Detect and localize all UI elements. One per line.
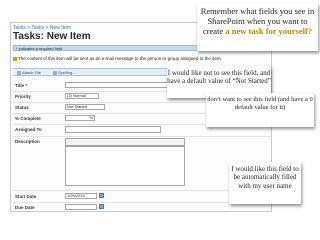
paperclip-icon <box>17 70 21 75</box>
calendar-icon[interactable] <box>99 193 104 198</box>
start-date-label: Start Date <box>15 194 37 199</box>
start-date-input[interactable]: 1/29/2010 <box>65 193 97 199</box>
description-textarea[interactable] <box>65 146 185 186</box>
callout-intro: Remember what fields you see in SharePoi… <box>197 3 318 51</box>
spelling-icon <box>53 70 57 75</box>
callout-percent-complete: don’t want to see this field (and have a… <box>206 93 314 127</box>
warning-icon <box>13 56 17 61</box>
status-label: Status <box>15 105 29 110</box>
complete-label: % Complete <box>15 116 41 121</box>
page-title: Tasks: New Item <box>13 31 91 42</box>
spelling-button[interactable]: Spelling... <box>53 70 76 75</box>
priority-label: Priority <box>15 94 31 99</box>
description-label: Description <box>15 139 40 144</box>
due-date-label: Due Date <box>15 205 35 210</box>
attach-file-label: Attach File <box>22 70 41 75</box>
divider <box>13 136 271 137</box>
attach-file-button[interactable]: Attach File <box>17 70 41 75</box>
form-header-bar: * indicates a required field <box>13 45 221 51</box>
warning-text: The content of this item will be sent as… <box>18 56 222 61</box>
percent-complete-input[interactable]: % <box>65 115 95 121</box>
required-note: * indicates a required field <box>16 46 63 51</box>
description-editor-toolbar[interactable] <box>65 138 185 146</box>
callout-assigned-to: I would like this field to be automatica… <box>229 162 301 204</box>
due-date-input[interactable] <box>65 204 97 210</box>
assigned-to-input[interactable] <box>65 126 161 133</box>
priority-select[interactable]: (2) Normal <box>65 93 99 99</box>
calendar-icon[interactable] <box>99 204 104 209</box>
spelling-label: Spelling... <box>58 70 76 75</box>
assigned-to-label: Assigned To <box>15 127 42 132</box>
status-select[interactable]: Not Started <box>65 104 105 110</box>
callout-intro-highlight: a new task for yourself? <box>225 26 313 37</box>
email-warning: The content of this item will be sent as… <box>13 56 243 61</box>
title-label: Title * <box>15 83 28 88</box>
